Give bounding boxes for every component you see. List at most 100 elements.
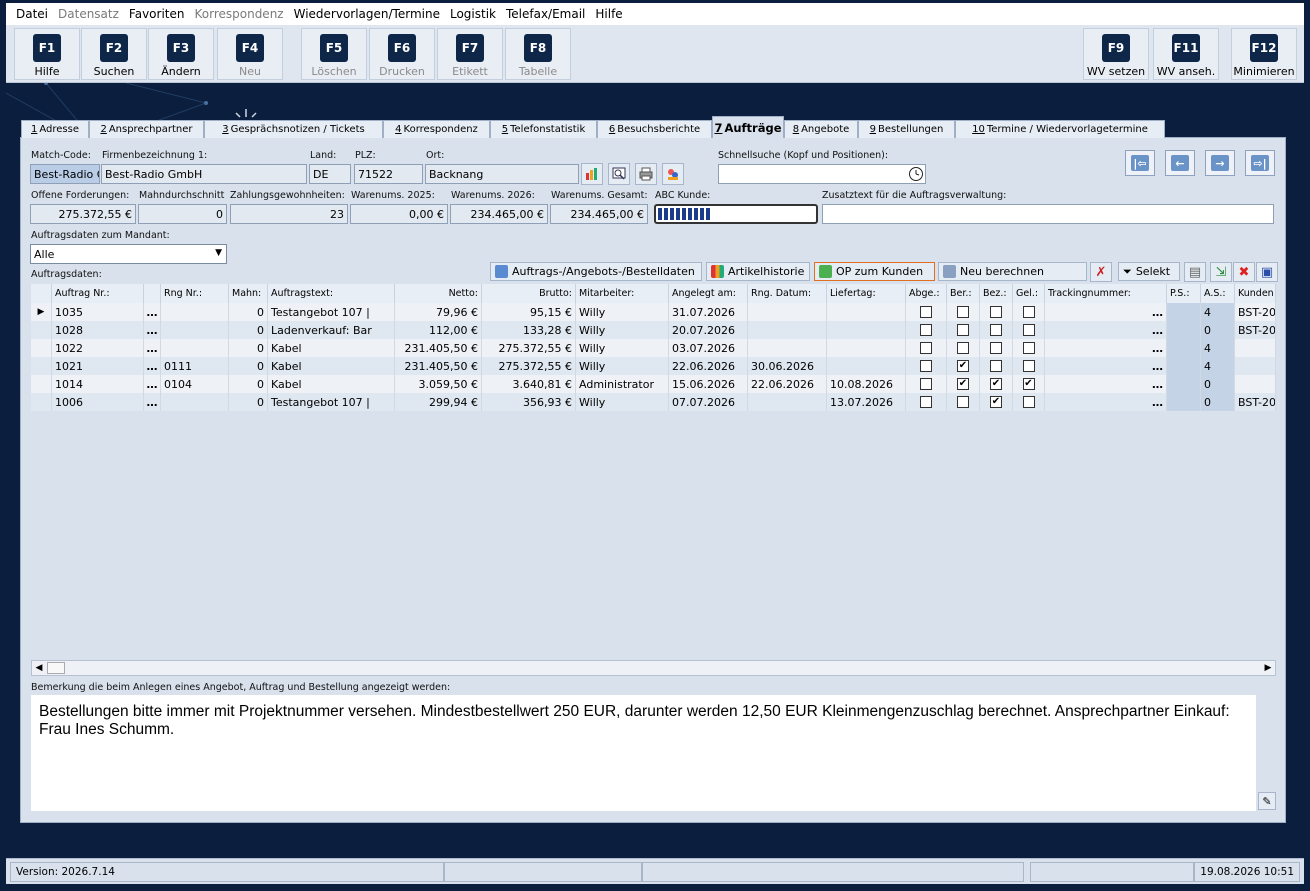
cell-as[interactable]: 0 xyxy=(1201,375,1235,393)
ellipsis-icon[interactable]: … xyxy=(1152,396,1163,409)
tab-8[interactable]: 9 Bestellungen xyxy=(858,120,955,138)
zusatz-field[interactable] xyxy=(822,204,1274,224)
cell-kunden[interactable]: BST-20 xyxy=(1235,303,1276,321)
cell-angelegt[interactable]: 07.07.2026 xyxy=(669,393,748,411)
menu-item-6[interactable]: Telefax/Email xyxy=(506,7,585,21)
column-header[interactable]: Kunden xyxy=(1235,284,1276,303)
checkbox-icon[interactable] xyxy=(920,306,932,318)
checkbox-icon[interactable]: ✔ xyxy=(990,396,1002,408)
column-header[interactable]: Ber.: xyxy=(947,284,980,303)
checkbox-gel[interactable] xyxy=(1013,339,1045,357)
menu-item-0[interactable]: Datei xyxy=(16,7,48,21)
cell-rng[interactable]: 0104 xyxy=(161,375,229,393)
cell-rngdat[interactable] xyxy=(748,339,827,357)
checkbox-abge[interactable] xyxy=(906,303,947,321)
cell-mahn[interactable]: 0 xyxy=(229,393,268,411)
schnellsuche-input[interactable] xyxy=(718,164,926,184)
checkbox-ber[interactable] xyxy=(947,303,980,321)
checkbox-icon[interactable]: ✔ xyxy=(990,378,1002,390)
checkbox-gel[interactable]: ✔ xyxy=(1013,375,1045,393)
remark-text[interactable]: Bestellungen bitte immer mit Projektnumm… xyxy=(31,695,1256,811)
cell-netto[interactable]: 3.059,50 € xyxy=(395,375,482,393)
cell-ps[interactable] xyxy=(1167,339,1201,357)
op-kunden-button[interactable]: OP zum Kunden xyxy=(814,262,935,281)
column-header[interactable]: A.S.: xyxy=(1201,284,1235,303)
menu-item-7[interactable]: Hilfe xyxy=(595,7,622,21)
ellipsis-icon[interactable]: … xyxy=(1152,306,1163,319)
column-header[interactable]: Auftragstext: xyxy=(268,284,395,303)
fkey-f7-button[interactable]: F7 Etikett xyxy=(437,28,503,80)
auftragsdaten-button[interactable]: Auftrags-/Angebots-/Bestelldaten xyxy=(490,262,702,281)
column-header[interactable]: Trackingnummer: xyxy=(1045,284,1167,303)
cell-rngdat[interactable] xyxy=(748,321,827,339)
contacts-icon[interactable] xyxy=(662,163,684,185)
ellipsis-icon[interactable]: … xyxy=(1152,360,1163,373)
nav-prev-button[interactable]: ← xyxy=(1165,150,1195,176)
tab-6[interactable]: 7 Aufträge xyxy=(712,116,784,138)
map-search-icon[interactable] xyxy=(608,163,630,185)
checkbox-abge[interactable] xyxy=(906,321,947,339)
tab-2[interactable]: 3 Gesprächsnotizen / Tickets xyxy=(204,120,383,138)
row-selector[interactable] xyxy=(31,375,52,393)
checkbox-gel[interactable] xyxy=(1013,321,1045,339)
filter-clear-button[interactable]: ✗ xyxy=(1090,262,1112,282)
ellipsis-icon[interactable]: … xyxy=(147,342,158,355)
cell-brutto[interactable]: 3.640,81 € xyxy=(482,375,576,393)
fkey-f9-button[interactable]: F9 WV setzen xyxy=(1083,28,1149,80)
cell-brutto[interactable]: 275.372,55 € xyxy=(482,339,576,357)
cell-liefer[interactable] xyxy=(827,321,906,339)
checkbox-gel[interactable] xyxy=(1013,357,1045,375)
cell-ma[interactable]: Willy xyxy=(576,357,669,375)
cell-netto[interactable]: 112,00 € xyxy=(395,321,482,339)
cell-brutto[interactable]: 133,28 € xyxy=(482,321,576,339)
cell-nr[interactable]: 1028 xyxy=(52,321,144,339)
cell-nr[interactable]: 1035 xyxy=(52,303,144,321)
menu-item-3[interactable]: Korrespondenz xyxy=(194,7,283,21)
cell-rng[interactable] xyxy=(161,339,229,357)
checkbox-abge[interactable] xyxy=(906,357,947,375)
cell-as[interactable]: 0 xyxy=(1201,321,1235,339)
cell-nr[interactable]: 1006 xyxy=(52,393,144,411)
ellipsis-icon[interactable]: … xyxy=(1152,324,1163,337)
cell-as[interactable]: 4 xyxy=(1201,339,1235,357)
tab-9[interactable]: 10 Termine / Wiedervorlagetermine xyxy=(955,120,1165,138)
cell-kunden[interactable]: BST-20 xyxy=(1235,393,1276,411)
fkey-f3-button[interactable]: F3 Ändern xyxy=(148,28,214,80)
ellipsis-icon[interactable]: … xyxy=(147,396,158,409)
ellipsis-icon[interactable]: … xyxy=(147,360,158,373)
cell-mahn[interactable]: 0 xyxy=(229,375,268,393)
fkey-f1-button[interactable]: F1 Hilfe xyxy=(14,28,80,80)
ellipsis-icon[interactable]: … xyxy=(1152,342,1163,355)
cell-rngdat[interactable] xyxy=(748,393,827,411)
column-header[interactable]: Mitarbeiter: xyxy=(576,284,669,303)
checkbox-ber[interactable]: ✔ xyxy=(947,375,980,393)
column-header[interactable]: Auftrag Nr.: xyxy=(52,284,144,303)
cell-text[interactable]: Kabel xyxy=(268,339,395,357)
ellipsis-icon[interactable]: … xyxy=(1152,378,1163,391)
cell-text[interactable]: Testangebot 107 | xyxy=(268,303,395,321)
cell-text[interactable]: Ladenverkauf: Bar xyxy=(268,321,395,339)
artikelhistorie-button[interactable]: Artikelhistorie xyxy=(706,262,810,281)
scroll-thumb[interactable] xyxy=(47,662,65,674)
checkbox-ber[interactable] xyxy=(947,339,980,357)
cell-mahn[interactable]: 0 xyxy=(229,321,268,339)
checkbox-icon[interactable] xyxy=(920,396,932,408)
cell-ma[interactable]: Willy xyxy=(576,303,669,321)
fkey-f11-button[interactable]: F11 WV anseh. xyxy=(1153,28,1219,80)
row-selector[interactable] xyxy=(31,393,52,411)
menu-item-4[interactable]: Wiedervorlagen/Termine xyxy=(294,7,440,21)
checkbox-icon[interactable] xyxy=(1022,306,1035,318)
cell-mahn[interactable]: 0 xyxy=(229,339,268,357)
neu-berechnen-button[interactable]: Neu berechnen xyxy=(938,262,1087,281)
checkbox-icon[interactable]: ✔ xyxy=(957,378,969,390)
cell-text[interactable]: Testangebot 107 | xyxy=(268,393,395,411)
checkbox-icon[interactable]: ✔ xyxy=(1022,378,1035,390)
cell-brutto[interactable]: 275.372,55 € xyxy=(482,357,576,375)
cell-ma[interactable]: Willy xyxy=(576,339,669,357)
menu-item-2[interactable]: Favoriten xyxy=(129,7,185,21)
scroll-left-icon[interactable]: ◀ xyxy=(33,662,45,674)
cell-kunden[interactable]: BST-20 xyxy=(1235,321,1276,339)
cell-nr[interactable]: 1014 xyxy=(52,375,144,393)
fkey-f5-button[interactable]: F5 Löschen xyxy=(301,28,367,80)
delete-button[interactable]: ✖ xyxy=(1233,262,1255,282)
